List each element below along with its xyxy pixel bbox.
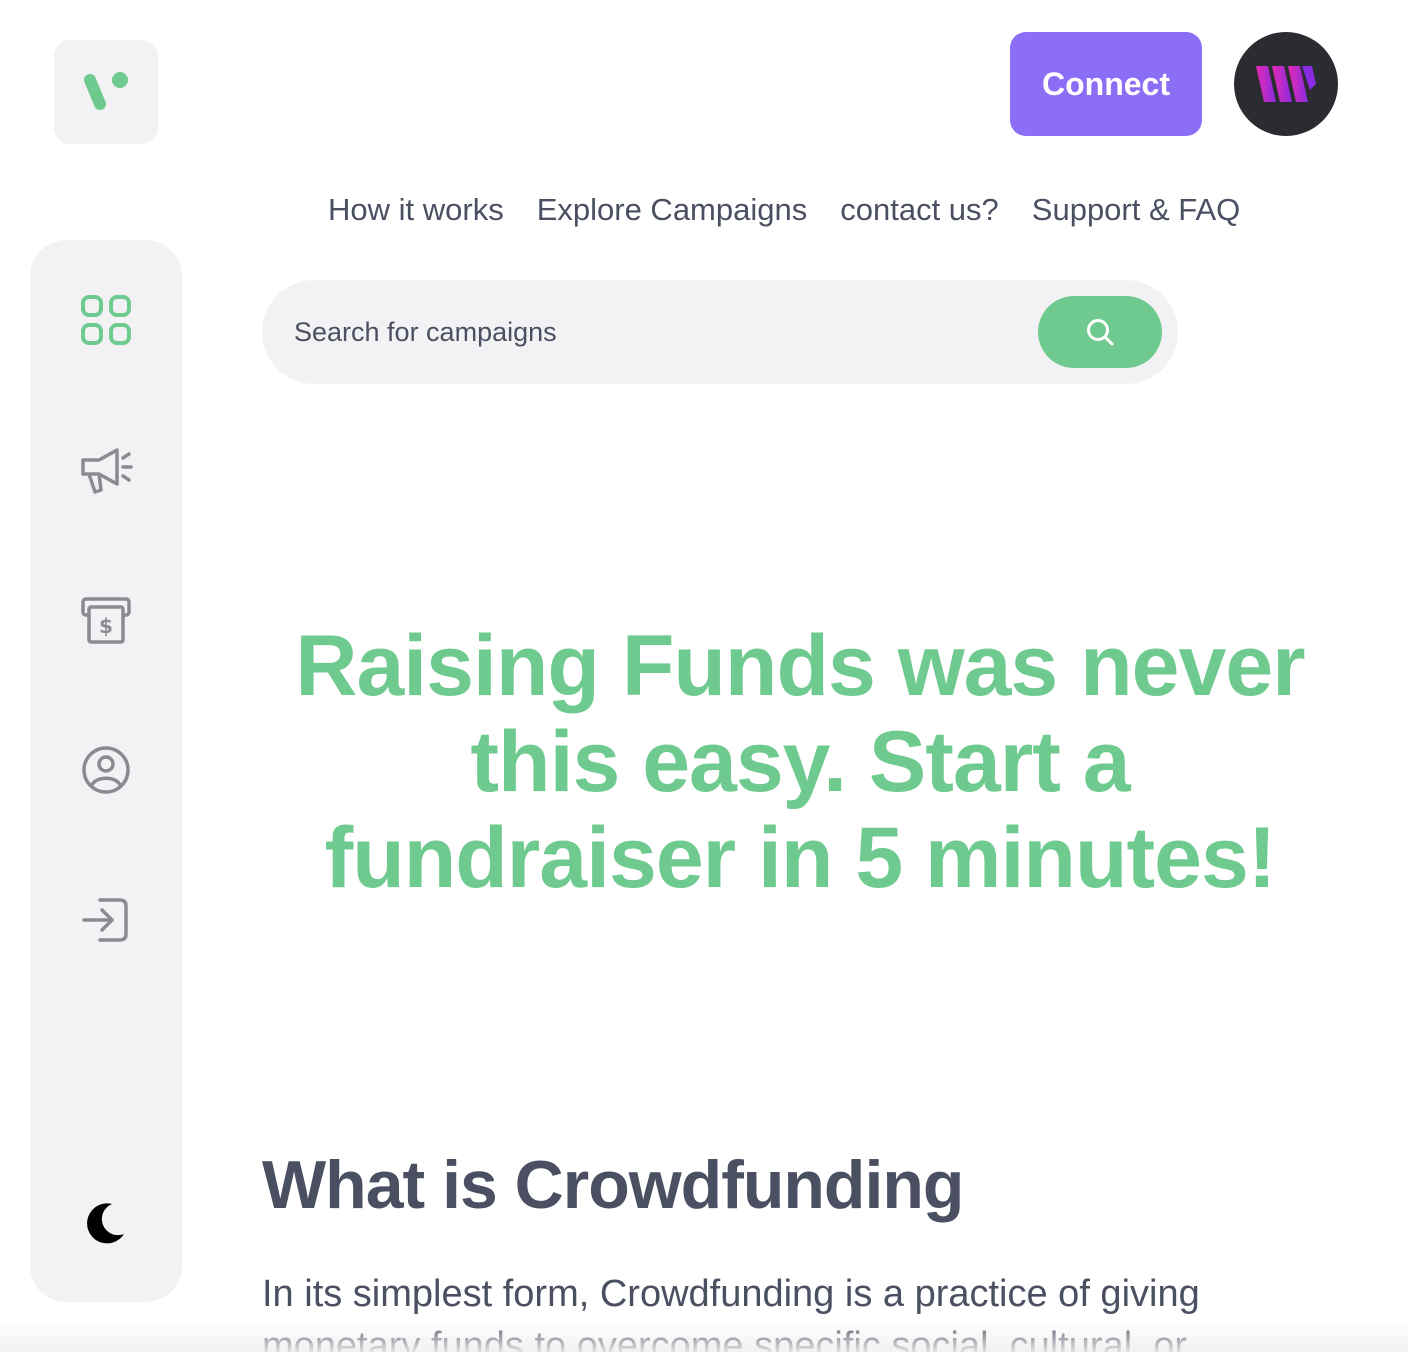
sidebar-item-withdraw[interactable]: $ bbox=[76, 590, 136, 650]
nav-how-it-works[interactable]: How it works bbox=[328, 192, 504, 228]
profile-icon bbox=[82, 746, 130, 794]
section-body: In its simplest form, Crowdfunding is a … bbox=[262, 1273, 1200, 1352]
section-title: What is Crowdfunding bbox=[262, 1147, 964, 1223]
svg-text:$: $ bbox=[99, 614, 113, 638]
connect-button[interactable]: Connect bbox=[1010, 32, 1202, 136]
hero-headline: Raising Funds was never this easy. Start… bbox=[295, 618, 1305, 906]
nav-support-faq[interactable]: Support & FAQ bbox=[1032, 192, 1241, 228]
nav-explore-campaigns[interactable]: Explore Campaigns bbox=[537, 192, 808, 228]
sidebar: $ bbox=[30, 240, 182, 1302]
moon-icon bbox=[87, 1203, 124, 1244]
sidebar-item-logout[interactable] bbox=[76, 890, 136, 950]
dashboard-grid-icon bbox=[81, 295, 131, 345]
sidebar-item-dashboard[interactable] bbox=[76, 290, 136, 350]
avatar[interactable] bbox=[1234, 32, 1338, 136]
page: Connect How it works Explore Campaigns c… bbox=[0, 0, 1408, 1352]
sidebar-item-campaigns[interactable] bbox=[76, 440, 136, 500]
brand-logo-icon bbox=[84, 72, 128, 110]
theme-toggle[interactable] bbox=[76, 1192, 136, 1252]
search-button[interactable] bbox=[1038, 296, 1162, 368]
money-withdraw-icon: $ bbox=[81, 597, 131, 644]
brand-logo[interactable] bbox=[54, 40, 158, 144]
megaphone-icon bbox=[81, 448, 133, 494]
search-icon bbox=[1087, 319, 1114, 346]
sidebar-item-profile[interactable] bbox=[76, 740, 136, 800]
wallet-logo-icon bbox=[1256, 66, 1316, 102]
logout-icon bbox=[82, 898, 128, 942]
top-nav: How it works Explore Campaigns contact u… bbox=[328, 188, 1240, 232]
search-input[interactable] bbox=[294, 310, 1014, 354]
nav-contact-us[interactable]: contact us? bbox=[840, 192, 999, 228]
search-bar bbox=[262, 280, 1178, 384]
